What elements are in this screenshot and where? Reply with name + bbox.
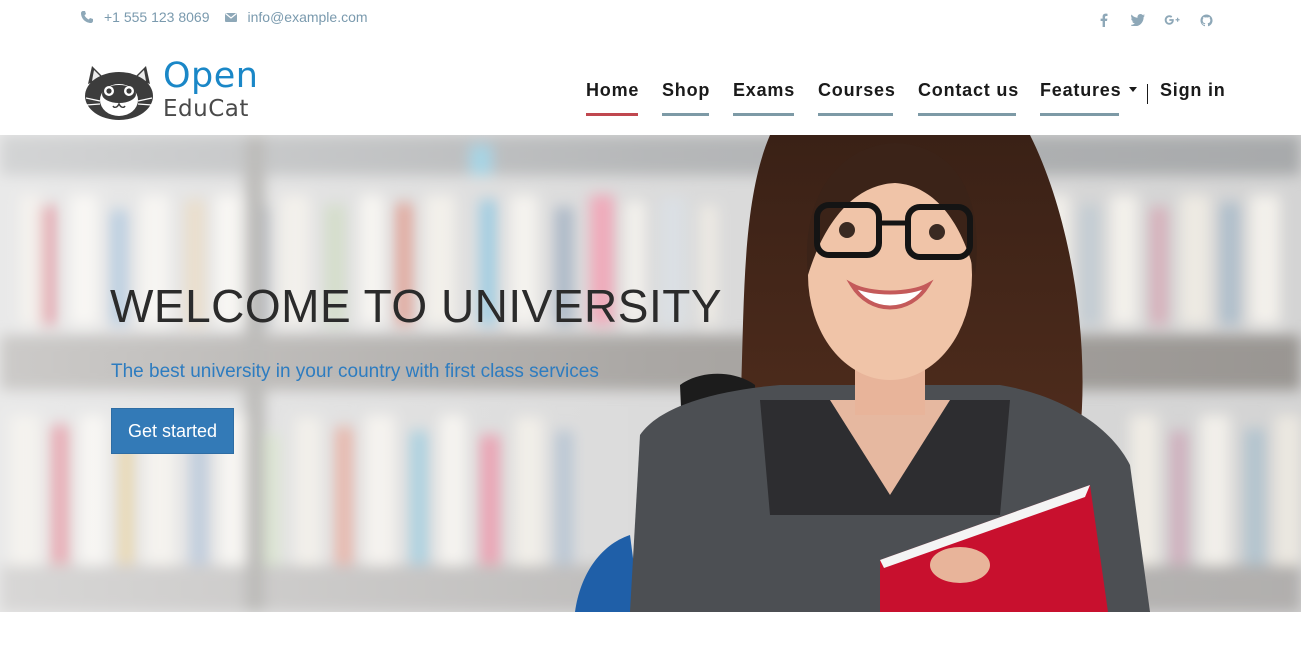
social-links [1096,12,1232,28]
hero-banner: WELCOME TO UNIVERSITY The best universit… [0,135,1301,612]
nav-exams[interactable]: Exams [733,80,795,101]
nav-contact-underline [918,113,1016,116]
nav-features-underline [1040,113,1119,116]
site-header: Open EduCat Home Shop Exams Courses Cont… [0,36,1301,135]
envelope-icon [224,13,237,22]
top-bar: +1 555 123 8069 info@example.com [0,0,1301,36]
nav-divider [1147,84,1148,104]
brand-name-line2[interactable]: EduCat [163,95,249,123]
contact-info: +1 555 123 8069 info@example.com [80,9,382,25]
sign-in-link[interactable]: Sign in [1160,80,1226,101]
nav-contact-us[interactable]: Contact us [918,80,1019,101]
brand-name-line1[interactable]: Open [163,56,258,96]
twitter-icon[interactable] [1130,12,1146,28]
phone-number[interactable]: +1 555 123 8069 [104,9,210,25]
hero-subtitle: The best university in your country with… [111,361,599,382]
nav-exams-underline [733,113,794,116]
hero-title: WELCOME TO UNIVERSITY [110,280,723,332]
google-plus-icon[interactable] [1164,12,1180,28]
nav-features-dropdown[interactable]: Features [1040,80,1138,101]
email-link[interactable]: info@example.com [248,9,368,25]
nav-courses-underline [818,113,893,116]
cat-logo-icon[interactable] [84,58,154,124]
github-icon[interactable] [1198,12,1214,28]
nav-home[interactable]: Home [586,80,639,101]
nav-shop-underline [662,113,709,116]
nav-courses[interactable]: Courses [818,80,896,101]
phone-icon [81,11,93,23]
get-started-button[interactable]: Get started [111,408,234,454]
facebook-icon[interactable] [1096,12,1112,28]
nav-home-underline [586,113,638,116]
caret-down-icon [1129,86,1138,92]
nav-shop[interactable]: Shop [662,80,710,101]
